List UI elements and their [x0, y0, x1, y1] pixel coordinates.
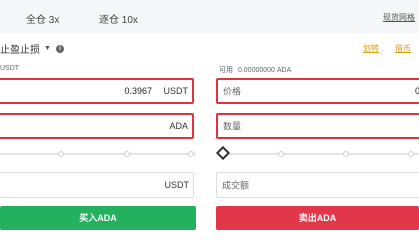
chevron-down-icon[interactable]: ▼ [44, 45, 51, 52]
sell-available: 可用 0.00000000 ADA [219, 65, 294, 75]
buy-amount-slider[interactable] [0, 149, 196, 159]
sell-available-label: 可用 [219, 67, 233, 74]
buy-available: USDT [0, 65, 20, 72]
transfer-link[interactable]: 划转 [363, 43, 379, 54]
sell-available-value: 0.00000000 ADA [237, 67, 292, 74]
slider-mark[interactable] [343, 151, 349, 157]
info-icon[interactable]: i [55, 44, 64, 53]
order-type-label: 止盈止损 [0, 45, 40, 56]
buy-price-value: 0.3967 [124, 86, 152, 96]
help-link[interactable]: 现货网格 [383, 12, 415, 23]
slider-mark[interactable] [124, 151, 130, 157]
buy-price-unit: USDT [163, 86, 189, 96]
margin-mode-bar: 全仓 3x 逐仓 10x 现货网格 [0, 0, 419, 33]
buy-total-field[interactable]: USDT [0, 172, 194, 198]
buy-total-unit: USDT [164, 180, 190, 190]
tab-cross-margin[interactable]: 全仓 3x [26, 11, 59, 26]
slider-mark[interactable] [408, 151, 414, 157]
sell-amount-placeholder: 数量 [223, 121, 242, 132]
sell-button[interactable]: 卖出ADA [216, 206, 419, 230]
buy-price-field[interactable]: 0.3967 USDT [0, 78, 194, 104]
slider-mark[interactable] [278, 151, 284, 157]
sell-price-field[interactable]: 价格 0 [216, 78, 419, 104]
sell-total-field[interactable]: 成交额 [216, 172, 419, 198]
sell-price-value: 0 [414, 86, 419, 96]
buy-amount-unit: ADA [169, 121, 188, 131]
buy-button[interactable]: 买入ADA [0, 206, 196, 230]
sell-amount-slider[interactable] [215, 145, 419, 161]
slider-mark[interactable] [188, 151, 194, 157]
slider-mark[interactable] [58, 151, 64, 157]
sell-amount-field[interactable]: 数量 [216, 113, 419, 139]
sell-price-placeholder: 价格 [223, 86, 242, 97]
order-type-selector[interactable]: 止盈止损 ▼ i [0, 41, 64, 56]
borrow-link[interactable]: 借币 [395, 43, 411, 54]
sell-total-placeholder: 成交额 [222, 180, 250, 191]
slider-handle[interactable] [215, 145, 231, 161]
tab-isolated-margin[interactable]: 逐仓 10x [99, 11, 138, 26]
buy-amount-field[interactable]: ADA [0, 113, 194, 139]
slider-track [218, 153, 419, 155]
slider-track [0, 153, 196, 155]
